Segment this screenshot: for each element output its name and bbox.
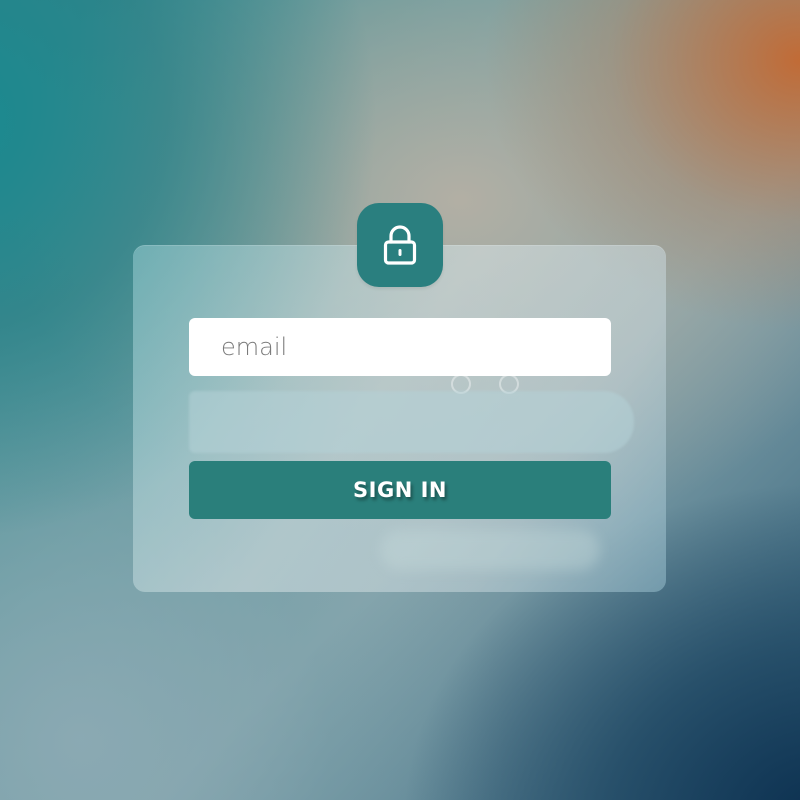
- background-smudge: [380, 530, 600, 570]
- lock-badge: [357, 203, 443, 287]
- sign-in-button[interactable]: SIGN IN: [189, 461, 611, 519]
- password-input[interactable]: [189, 391, 634, 453]
- email-input[interactable]: [219, 317, 611, 377]
- email-field[interactable]: [189, 317, 611, 377]
- lock-icon: [383, 225, 417, 265]
- password-field[interactable]: [189, 391, 634, 453]
